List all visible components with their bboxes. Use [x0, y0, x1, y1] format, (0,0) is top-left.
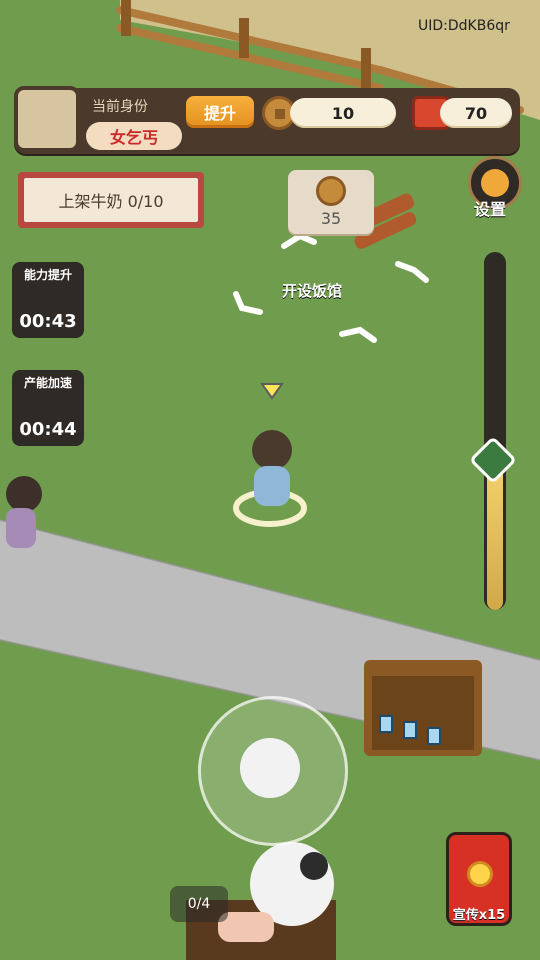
player-avatar[interactable]: [14, 86, 80, 152]
build-label: 开设饭馆: [282, 282, 343, 300]
flower-icon: [467, 861, 493, 887]
zoom-slider-fill: [487, 460, 503, 610]
identity-label: 当前身份: [92, 99, 148, 115]
build-cost-card[interactable]: 35: [288, 170, 374, 234]
joystick-knob[interactable]: [240, 738, 300, 798]
timer-time: 00:43: [19, 311, 77, 332]
coin-amount: 10: [331, 103, 355, 123]
ticket-amount: 70: [464, 103, 488, 123]
settings-label: 设置: [474, 200, 507, 219]
promo-label: 宣传x15: [452, 908, 506, 923]
timer-card-production[interactable]: 产能加速 00:44: [12, 370, 84, 446]
gear-icon: [481, 169, 509, 197]
grass-counter[interactable]: 0/4: [170, 886, 228, 922]
upgrade-button[interactable]: 提升: [186, 96, 254, 128]
ticket-amount-pill: 70: [440, 98, 512, 128]
identity-badge: 女乞丐: [86, 122, 182, 150]
timer-title: 产能加速: [23, 376, 72, 390]
coin-icon: [316, 176, 346, 206]
task-banner[interactable]: 上架牛奶 0/10: [18, 172, 204, 228]
timer-time: 00:44: [19, 419, 77, 440]
coin-amount-pill: 10: [290, 98, 396, 128]
uid-text: UID:DdKB6qr: [418, 18, 510, 34]
build-cost-value: 35: [320, 209, 342, 228]
task-text: 上架牛奶 0/10: [24, 178, 198, 222]
grass-count-text: 0/4: [187, 896, 211, 912]
timer-title: 能力提升: [23, 268, 72, 282]
timer-card-ability[interactable]: 能力提升 00:43: [12, 262, 84, 338]
